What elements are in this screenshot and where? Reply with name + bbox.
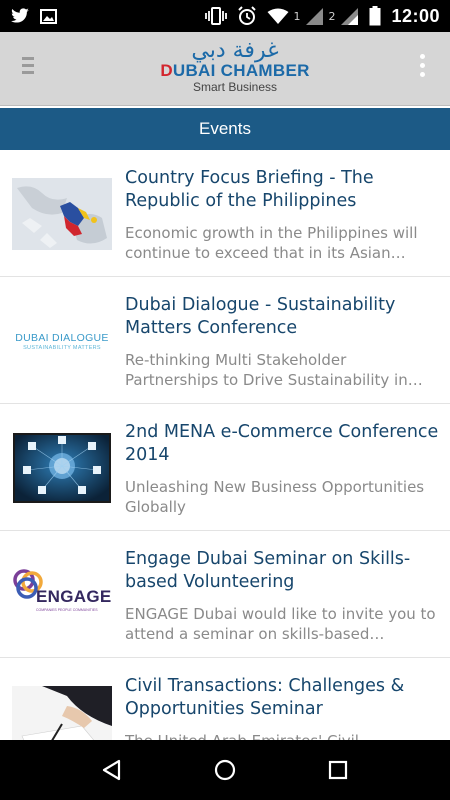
home-button[interactable] (205, 750, 245, 790)
list-item[interactable]: Country Focus Briefing - The Republic of… (0, 150, 450, 277)
status-bar: 1 2 12:00 (0, 0, 450, 32)
philippines-map-image (12, 178, 112, 250)
overflow-menu-icon[interactable] (418, 54, 426, 82)
recents-button[interactable] (318, 750, 358, 790)
back-button[interactable] (92, 750, 132, 790)
sim1-label: 1 (293, 9, 301, 23)
alarm-icon (237, 6, 257, 26)
image-icon (40, 8, 57, 24)
list-item[interactable]: DUBAI DIALOGUE SUSTAINABILITY MATTERS Du… (0, 277, 450, 404)
page-title-bar: Events (0, 108, 450, 150)
event-description: Unleashing New Business Opportunities Gl… (125, 478, 425, 516)
status-right: 1 2 12:00 (205, 6, 440, 27)
wifi-icon (267, 8, 289, 25)
battery-icon (369, 6, 381, 26)
event-title: Dubai Dialogue - Sustainability Matters … (125, 295, 396, 338)
logo-tagline: Smart Business (192, 80, 278, 94)
dubai-dialogue-logo: DUBAI DIALOGUE SUSTAINABILITY MATTERS (12, 305, 112, 377)
logo-english: DUBAI CHAMBER (160, 62, 310, 80)
event-description: ENGAGE Dubai would like to invite you to… (125, 605, 436, 643)
event-description: The United Arab Emirates' Civil… (125, 731, 440, 740)
recents-square-icon (329, 760, 348, 780)
page-title: Events (199, 119, 251, 138)
event-title: Engage Dubai Seminar on Skills-based Vol… (125, 549, 411, 592)
thumb-logo-title: ENGAGE (36, 587, 112, 606)
list-item[interactable]: Civil Transactions: Challenges & Opportu… (0, 658, 450, 740)
thumb-logo-subtitle: SUSTAINABILITY MATTERS (23, 344, 101, 351)
event-title: Civil Transactions: Challenges & Opportu… (125, 676, 405, 719)
logo-english-rest: UBAI CHAMBER (172, 61, 310, 80)
engage-logo: ENGAGE COMPANIES PEOPLE COMMUNITIES (12, 559, 112, 631)
vibrate-icon (205, 7, 228, 25)
sim2-label: 2 (328, 9, 336, 23)
ecommerce-network-image (12, 432, 112, 504)
event-list[interactable]: Country Focus Briefing - The Republic of… (0, 150, 450, 740)
app-header: غرفة دبي DUBAI CHAMBER Smart Business (0, 32, 450, 106)
logo-english-first: D (160, 61, 173, 80)
clock: 12:00 (391, 5, 440, 26)
list-item[interactable]: 2nd MENA e-Commerce Conference 2014 Unle… (0, 404, 450, 531)
menu-icon[interactable] (22, 57, 40, 79)
thumb-logo-subtitle: COMPANIES PEOPLE COMMUNITIES (36, 608, 98, 612)
navigation-bar (0, 740, 450, 800)
event-title: Country Focus Briefing - The Republic of… (125, 168, 374, 211)
list-item[interactable]: ENGAGE COMPANIES PEOPLE COMMUNITIES Enga… (0, 531, 450, 658)
thumb-logo-title: DUBAI DIALOGUE (15, 331, 109, 344)
event-title: 2nd MENA e-Commerce Conference 2014 (125, 422, 439, 465)
event-description: Re-thinking Multi Stakeholder Partnershi… (125, 351, 423, 389)
signal-icon (306, 7, 324, 25)
home-circle-icon (214, 759, 236, 781)
event-description: Economic growth in the Philippines will … (125, 224, 418, 262)
twitter-icon (10, 8, 30, 24)
dubai-chamber-logo: غرفة دبي DUBAI CHAMBER Smart Business (160, 40, 310, 100)
back-triangle-icon (102, 759, 120, 781)
signing-document-image (12, 686, 112, 740)
status-left (10, 8, 57, 24)
logo-arabic: غرفة دبي (191, 38, 279, 63)
signal-icon (341, 7, 359, 25)
